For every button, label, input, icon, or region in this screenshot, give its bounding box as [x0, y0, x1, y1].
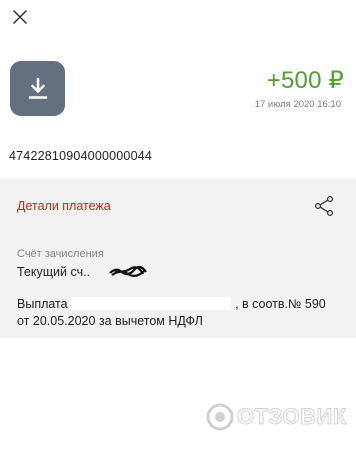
description-prefix: Выплата	[17, 297, 68, 311]
download-icon	[28, 77, 47, 99]
credit-account-label: Счёт зачисления	[17, 248, 104, 260]
transaction-type-icon	[10, 61, 65, 116]
watermark-text: ОТЗОВИК	[237, 404, 347, 430]
close-icon	[13, 10, 27, 24]
share-button[interactable]	[313, 195, 335, 217]
payment-details-panel: Детали платежа Счёт зачисления Текущий с…	[0, 178, 356, 338]
redaction-scribble	[109, 265, 147, 278]
close-button[interactable]	[8, 5, 32, 29]
redacted-block	[71, 297, 232, 310]
share-icon	[314, 195, 334, 217]
transaction-datetime: 17 июля 2020 16:10	[254, 99, 341, 110]
transaction-amount: +500 ₽	[266, 67, 344, 94]
watermark-logo-icon	[206, 403, 234, 431]
account-number: 47422810904000000044	[9, 149, 153, 163]
details-title: Детали платежа	[17, 199, 111, 213]
credit-account-value: Текущий сч..	[17, 265, 91, 279]
watermark: ОТЗОВИК	[206, 403, 347, 431]
payment-description: Выплата , в соотв.№ 590 от 20.05.2020 за…	[17, 296, 337, 330]
